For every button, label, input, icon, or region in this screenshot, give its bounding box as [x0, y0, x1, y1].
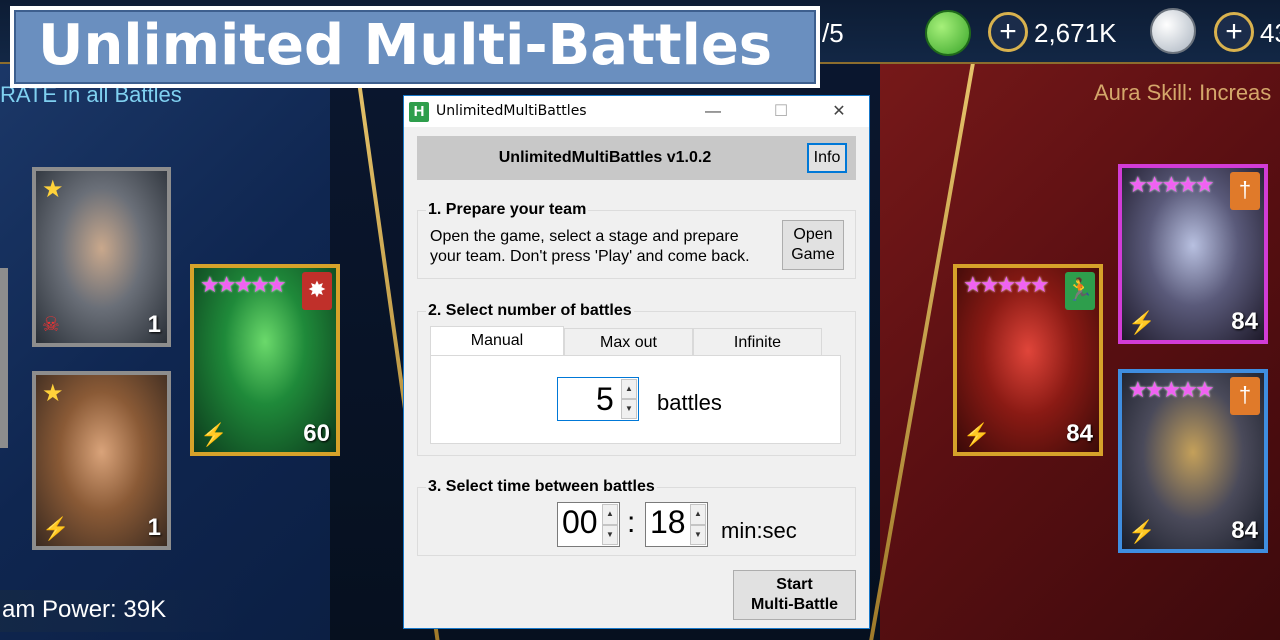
start-label-line1: Start [776, 576, 813, 593]
tab-manual[interactable]: Manual [430, 326, 564, 356]
step1-description-line2: your team. Don't press 'Play' and come b… [430, 248, 750, 265]
minutes-stepper-arrows[interactable]: ▲ ▼ [602, 504, 618, 545]
star-icon: ★ [42, 380, 64, 407]
seconds-stepper-arrows[interactable]: ▲ ▼ [690, 504, 706, 545]
minutes-value[interactable]: 00 [562, 504, 598, 541]
header-panel: UnlimitedMultiBattles v1.0.2 Info [417, 136, 856, 180]
five-stars-icon: ★★★★★ [200, 272, 287, 297]
bolt-icon: ⚡ [200, 422, 228, 447]
speed-badge-icon: 🏃 [1065, 272, 1095, 310]
start-multi-battle-button[interactable]: Start Multi-Battle [733, 570, 856, 620]
step1-label: 1. Prepare your team [426, 201, 589, 219]
seconds-stepper[interactable]: 18 ▲ ▼ [645, 502, 708, 547]
step3-label: 3. Select time between battles [426, 478, 657, 496]
team-power: am Power: 39K [0, 590, 240, 632]
seconds-value[interactable]: 18 [650, 504, 686, 541]
step1-description-line1: Open the game, select a stage and prepar… [430, 228, 739, 245]
five-stars-icon: ★★★★★ [1128, 172, 1215, 197]
bolt-icon: ⚡ [1128, 519, 1156, 544]
step2-group: 2. Select number of battles Manual Max o… [417, 302, 856, 456]
battles-unit-label: battles [657, 390, 722, 415]
hero-card[interactable]: ★★★★★ ✸ ⚡ 60 [190, 264, 340, 456]
manual-tab-panel: 5 ▲ ▼ battles [430, 355, 841, 444]
step1-group: 1. Prepare your team Open the game, sele… [417, 201, 856, 279]
battles-count-stepper[interactable]: 5 ▲ ▼ [557, 377, 639, 421]
time-unit-label: min:sec [721, 518, 797, 543]
hero-card[interactable]: ★ ⚡ 1 [32, 371, 171, 550]
app-icon: H [409, 102, 429, 122]
hero-level: 84 [1066, 420, 1093, 447]
stepper-down-icon[interactable]: ▼ [602, 524, 618, 545]
battles-count-value[interactable]: 5 [596, 381, 614, 418]
attack-badge-icon: ✸ [302, 272, 332, 310]
open-game-label-line1: Open [793, 226, 833, 243]
aura-skill-right: Aura Skill: Increas [1094, 80, 1272, 105]
add-silver-button[interactable]: + [988, 12, 1028, 52]
open-game-button[interactable]: Open Game [782, 220, 844, 270]
hero-card[interactable]: ★★★★★ 🏃 ⚡ 84 [953, 264, 1103, 456]
title-banner: Unlimited Multi-Battles [10, 6, 820, 88]
silver-coin-icon [1150, 8, 1196, 54]
hero-card[interactable]: ★★★★★ † ⚡ 84 [1118, 164, 1268, 344]
hero-level: 60 [303, 420, 330, 447]
stepper-down-icon[interactable]: ▼ [690, 524, 706, 545]
skull-icon: ☠ [42, 314, 60, 336]
hero-level: 84 [1231, 308, 1258, 335]
step2-label: 2. Select number of battles [426, 302, 634, 320]
open-game-label-line2: Game [791, 246, 835, 263]
hero-level: 1 [147, 514, 161, 541]
tab-infinite[interactable]: Infinite [693, 328, 822, 356]
hero-level: 84 [1231, 517, 1258, 544]
energy-counter: /5 [822, 18, 844, 48]
energy-icon [925, 10, 971, 56]
five-stars-icon: ★★★★★ [1128, 377, 1215, 402]
sword-badge-icon: † [1230, 377, 1260, 415]
hero-level: 1 [147, 311, 161, 338]
app-version-title: UnlimitedMultiBattles v1.0.2 [498, 149, 712, 166]
stepper-up-icon[interactable]: ▲ [621, 379, 637, 399]
maximize-button[interactable]: ☐ [758, 96, 804, 127]
stepper-up-icon[interactable]: ▲ [690, 504, 706, 525]
bolt-icon: ⚡ [42, 516, 70, 541]
window-title: UnlimitedMultiBattles [436, 103, 587, 119]
star-icon: ★ [42, 176, 64, 203]
step3-group: 3. Select time between battles 00 ▲ ▼ : … [417, 478, 856, 556]
hero-card[interactable]: ★ ☠ 1 [32, 167, 171, 347]
gems-counter: 43 [1260, 18, 1280, 48]
window-titlebar[interactable]: H UnlimitedMultiBattles — ☐ ✕ [404, 96, 869, 127]
start-label-line2: Multi-Battle [750, 596, 839, 613]
bolt-icon: ⚡ [1128, 310, 1156, 335]
five-stars-icon: ★★★★★ [963, 272, 1050, 297]
stepper-down-icon[interactable]: ▼ [621, 399, 637, 419]
minutes-stepper[interactable]: 00 ▲ ▼ [557, 502, 620, 547]
hero-card-partial[interactable] [0, 268, 8, 448]
app-window: H UnlimitedMultiBattles — ☐ ✕ UnlimitedM… [403, 95, 870, 629]
hero-card[interactable]: ★★★★★ † ⚡ 84 [1118, 369, 1268, 553]
stepper-up-icon[interactable]: ▲ [602, 504, 618, 525]
bolt-icon: ⚡ [963, 422, 991, 447]
tab-max-out[interactable]: Max out [564, 328, 693, 356]
silver-counter: 2,671K [1034, 18, 1117, 48]
close-button[interactable]: ✕ [816, 96, 862, 127]
banner-title: Unlimited Multi-Battles [14, 10, 816, 84]
info-button[interactable]: Info [807, 143, 847, 173]
time-separator: : [627, 506, 636, 539]
battles-stepper-arrows[interactable]: ▲ ▼ [621, 379, 637, 419]
add-gems-button[interactable]: + [1214, 12, 1254, 52]
minimize-button[interactable]: — [690, 96, 736, 127]
sword-badge-icon: † [1230, 172, 1260, 210]
